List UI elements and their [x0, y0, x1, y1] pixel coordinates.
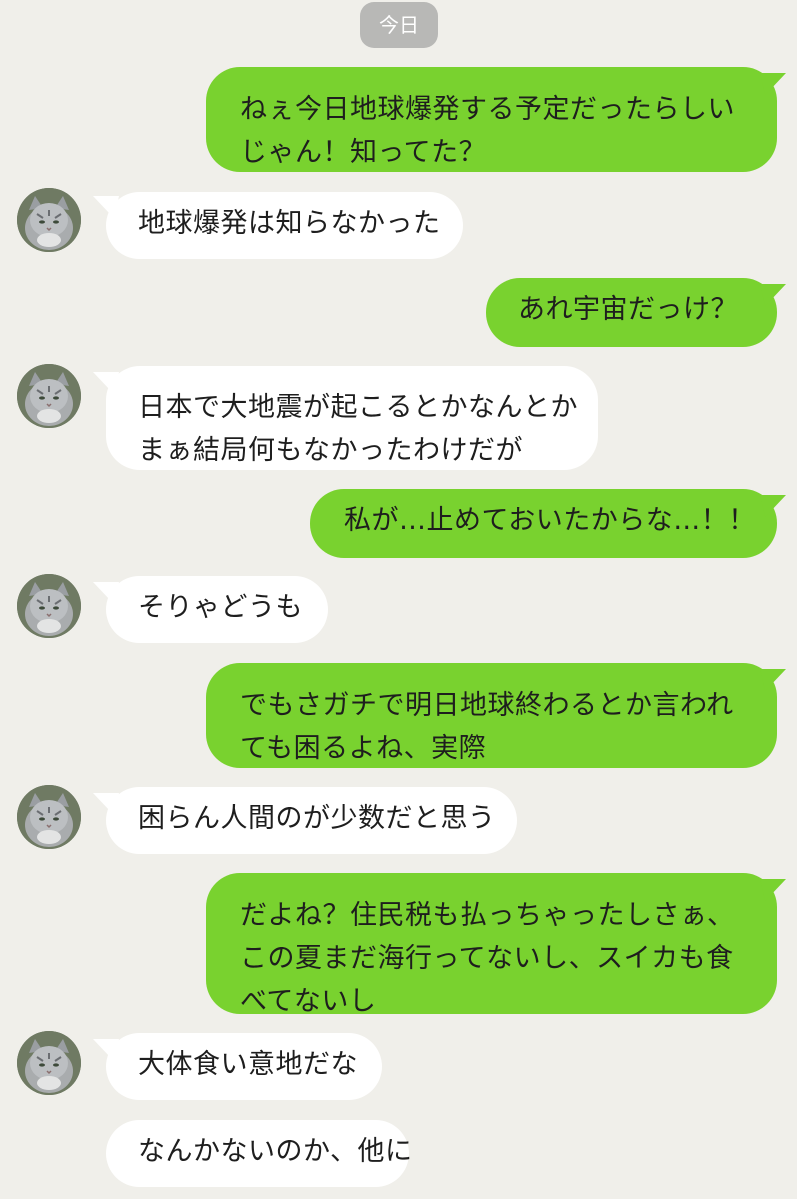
cat-avatar-icon[interactable]	[17, 364, 81, 428]
message-text-line: べてないし	[240, 986, 377, 1017]
message-text-line: ても困るよね、実際	[240, 733, 487, 764]
message-text-line: でもさガチで明日地球終わるとか言われ	[240, 690, 734, 721]
message-bubble-sent[interactable]: 私が…止めておいたからな…！！	[310, 489, 777, 558]
cat-avatar-icon[interactable]	[17, 188, 81, 252]
message-bubble-received[interactable]: 地球爆発は知らなかった	[106, 192, 463, 259]
message-text-line: 困らん人間のが少数だと思う	[138, 803, 496, 834]
message-text-line: まぁ結局何もなかったわけだが	[138, 435, 523, 466]
cat-avatar-icon[interactable]	[17, 785, 81, 849]
message-bubble-sent[interactable]: あれ宇宙だっけ？	[486, 278, 777, 347]
message-text-line: そりゃどうも	[138, 592, 303, 623]
message-text-line: 大体食い意地だな	[138, 1049, 358, 1080]
message-text-line: ねぇ今日地球爆発する予定だったらしい	[240, 94, 735, 125]
message-text-line: 私が…止めておいたからな…！！	[344, 505, 756, 536]
date-separator: 今日	[360, 2, 438, 48]
message-bubble-received[interactable]: そりゃどうも	[106, 576, 328, 643]
message-bubble-received[interactable]: 大体食い意地だな	[106, 1033, 382, 1100]
message-bubble-sent[interactable]: でもさガチで明日地球終わるとか言われ ても困るよね、実際	[206, 663, 777, 768]
message-text-line: じゃん！知ってた？	[240, 137, 487, 168]
message-bubble-sent[interactable]: だよね？住民税も払っちゃったしさぁ、 この夏まだ海行ってないし、スイカも食 べて…	[206, 873, 777, 1017]
message-text-line: 日本で大地震が起こるとかなんとか	[138, 392, 578, 423]
cat-avatar-icon[interactable]	[17, 574, 81, 638]
message-text-line: あれ宇宙だっけ？	[518, 294, 738, 325]
message-text-line: なんかないのか、他に	[138, 1136, 413, 1167]
message-bubble-received[interactable]: 困らん人間のが少数だと思う	[106, 787, 517, 854]
message-text-line: だよね？住民税も払っちゃったしさぁ、	[240, 900, 735, 931]
message-text-line: 地球爆発は知らなかった	[138, 208, 441, 239]
message-text-line: この夏まだ海行ってないし、スイカも食	[240, 943, 734, 974]
message-bubble-received[interactable]: 日本で大地震が起こるとかなんとか まぁ結局何もなかったわけだが	[106, 366, 598, 470]
cat-avatar-icon[interactable]	[17, 1031, 81, 1095]
chat-view[interactable]: 今日 ねぇ今日地球爆発する予定だったらしい じゃん！知ってた？ 地球爆発は知らな…	[0, 0, 797, 1199]
message-bubble-received[interactable]: なんかないのか、他に	[106, 1120, 413, 1187]
message-bubble-sent[interactable]: ねぇ今日地球爆発する予定だったらしい じゃん！知ってた？	[206, 67, 777, 172]
